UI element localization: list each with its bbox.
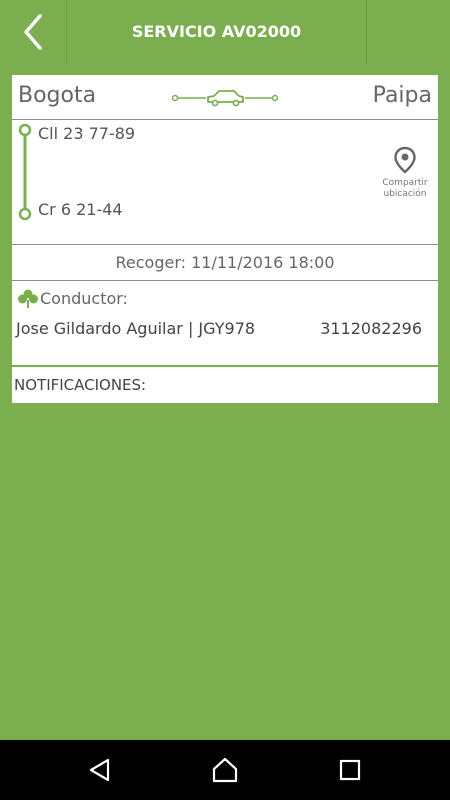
- driver-name-plate: Jose Gildardo Aguilar | JGY978: [16, 319, 256, 338]
- nav-home-button[interactable]: [195, 740, 255, 800]
- route-line-icon: [18, 124, 32, 221]
- app-header: SERVICIO AV02000: [0, 0, 450, 64]
- notifications-label: NOTIFICACIONES:: [14, 376, 147, 394]
- triangle-back-icon: [89, 758, 110, 782]
- location-pin-icon: [394, 146, 416, 174]
- nav-recents-button[interactable]: [320, 740, 380, 800]
- header-action-slot: [366, 0, 450, 64]
- pickup-time: Recoger: 11/11/2016 18:00: [12, 245, 438, 281]
- home-icon: [212, 757, 238, 783]
- origin-address: Cll 23 77-89: [38, 124, 136, 143]
- route-header: Bogota Paipa: [12, 75, 438, 120]
- share-label-line1: Compartir: [382, 178, 428, 188]
- driver-phone[interactable]: 3112082296: [320, 319, 422, 338]
- chevron-left-icon: [24, 14, 42, 50]
- page-title: SERVICIO AV02000: [131, 22, 302, 41]
- driver-section: Conductor: Jose Gildardo Aguilar | JGY97…: [12, 281, 438, 365]
- driver-label: Conductor:: [40, 289, 128, 308]
- share-location-button[interactable]: Compartir ubicación: [380, 146, 430, 200]
- origin-city: Bogota: [18, 83, 97, 108]
- nav-back-button[interactable]: [70, 740, 130, 800]
- destination-city: Paipa: [372, 83, 432, 108]
- car-route-icon: [172, 90, 278, 107]
- recents-square-icon: [339, 759, 361, 781]
- service-card: Bogota Paipa Cll 23 77-89 Cr 6 21-44 Com…: [12, 75, 438, 365]
- notifications-panel: NOTIFICACIONES:: [12, 367, 438, 403]
- clover-icon: [18, 289, 38, 308]
- address-section: Cll 23 77-89 Cr 6 21-44 Compartir ubicac…: [12, 120, 438, 245]
- system-nav-bar: [0, 740, 450, 800]
- destination-address: Cr 6 21-44: [38, 200, 123, 219]
- back-button[interactable]: [0, 0, 67, 64]
- share-label-line2: ubicación: [383, 189, 427, 199]
